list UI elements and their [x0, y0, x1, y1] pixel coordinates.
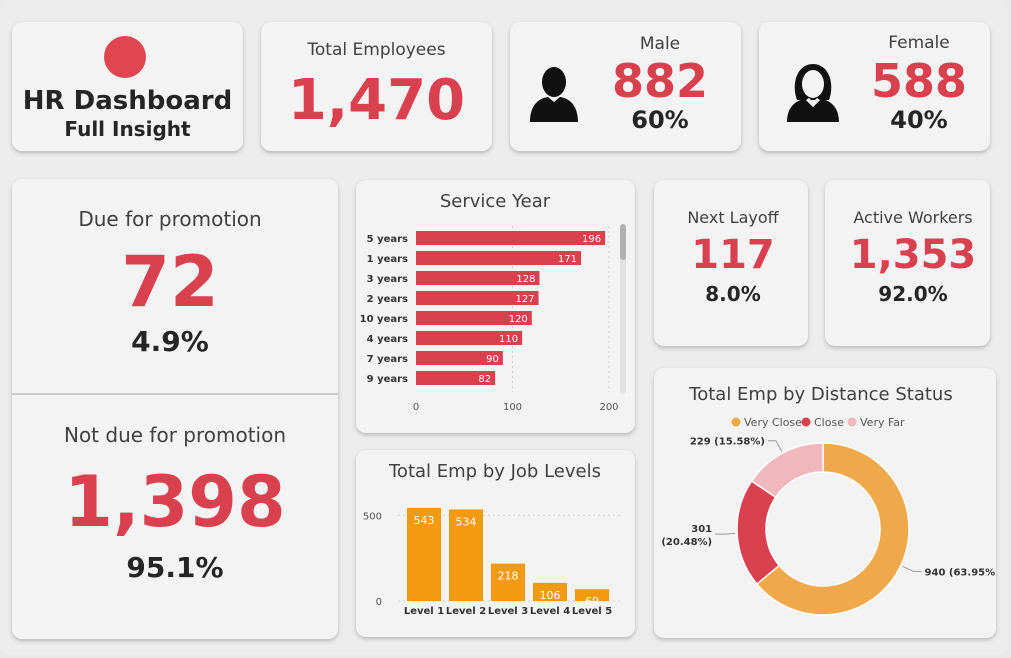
service-year-data-label: 90: [486, 354, 499, 365]
distance-status-chart: Total Emp by Distance Status Very Close C…: [661, 384, 1000, 616]
dashboard-canvas: HR Dashboard Full Insight Total Employee…: [0, 0, 1008, 655]
service-year-bar: [416, 251, 582, 265]
dashboard-title: HR Dashboard: [22, 86, 233, 116]
next-layoff-label: Next Layoff: [687, 208, 779, 227]
job-levels-category-label: Level 4: [530, 606, 570, 617]
promotion-divider: [12, 393, 338, 395]
distance-leader-line: [767, 440, 783, 452]
service-year-xtick: 0: [413, 402, 419, 413]
male-pct: 60%: [631, 106, 689, 134]
distance-data-label: 940 (63.95%): [925, 567, 996, 578]
job-levels-category-label: Level 1: [404, 606, 444, 617]
distance-data-label: 229 (15.58%): [690, 437, 765, 448]
next-layoff-pct: 8.0%: [705, 282, 761, 306]
job-levels-ytick: 0: [376, 597, 382, 608]
female-person-icon: [787, 64, 839, 122]
distance-slice: [750, 442, 824, 499]
distance-status-card: Total Emp by Distance Status Very Close C…: [654, 368, 1000, 638]
service-year-category-label: 9 years: [367, 374, 408, 385]
not-due-promotion-value: 1,398: [64, 461, 286, 543]
job-levels-title: Total Emp by Job Levels: [388, 461, 601, 482]
service-year-bar: [416, 231, 606, 245]
total-employees-value: 1,470: [287, 68, 466, 133]
active-workers-label: Active Workers: [853, 208, 973, 227]
next-layoff-card: Next Layoff 117 8.0%: [654, 180, 808, 346]
header-card: HR Dashboard Full Insight: [12, 22, 243, 151]
distance-legend-label: Very Far: [860, 416, 905, 429]
distance-legend-label: Very Close: [744, 416, 802, 429]
female-pct: 40%: [890, 106, 948, 134]
service-year-category-label: 7 years: [367, 354, 408, 365]
job-levels-ytick: 500: [363, 511, 382, 522]
service-year-data-label: 128: [516, 274, 535, 285]
distance-legend-label: Close: [814, 416, 844, 429]
job-levels-card: Total Emp by Job Levels 0 500 543 Level 1 53…: [356, 450, 635, 637]
service-year-category-label: 1 years: [367, 254, 408, 265]
total-employees-label: Total Employees: [307, 40, 446, 60]
distance-legend-swatch: [731, 417, 741, 427]
service-year-scroll-thumb[interactable]: [620, 224, 626, 260]
job-levels-category-label: Level 5: [572, 606, 612, 617]
service-year-title: Service Year: [440, 191, 551, 212]
male-card: Male 882 60%: [510, 22, 741, 151]
service-year-category-label: 2 years: [367, 294, 408, 305]
active-workers-value: 1,353: [849, 232, 977, 278]
service-year-card: Service Year 0 100 200 5 years 196 1 years 171…: [356, 180, 635, 433]
distance-leader-line: [902, 565, 922, 572]
service-year-category-label: 3 years: [367, 274, 408, 285]
service-year-data-label: 196: [582, 234, 601, 245]
total-employees-card: Total Employees 1,470: [261, 22, 492, 151]
distance-status-title: Total Emp by Distance Status: [688, 384, 952, 405]
job-levels-category-label: Level 3: [488, 606, 528, 617]
female-card: Female 588 40%: [759, 22, 990, 151]
job-levels-data-label: 218: [498, 570, 519, 583]
distance-legend-swatch: [801, 417, 811, 427]
job-levels-data-label: 543: [414, 514, 435, 527]
distance-legend-swatch: [847, 417, 857, 427]
service-year-data-label: 171: [558, 254, 577, 265]
active-workers-pct: 92.0%: [878, 282, 948, 306]
service-year-data-label: 82: [478, 374, 491, 385]
service-year-category-label: 10 years: [360, 314, 408, 325]
not-due-promotion-pct: 95.1%: [126, 551, 224, 584]
service-year-data-label: 127: [515, 294, 534, 305]
due-promotion-value: 72: [121, 241, 219, 323]
service-year-data-label: 120: [509, 314, 528, 325]
active-workers-card: Active Workers 1,353 92.0%: [825, 180, 990, 346]
male-person-icon: [530, 67, 578, 122]
not-due-promotion-label: Not due for promotion: [63, 423, 287, 447]
due-promotion-label: Due for promotion: [78, 207, 262, 231]
service-year-xtick: 200: [599, 402, 618, 413]
distance-data-label: 301: [691, 524, 712, 535]
service-year-category-label: 5 years: [367, 234, 408, 245]
distance-leader-line: [715, 533, 736, 535]
job-levels-data-label: 106: [540, 589, 561, 602]
service-year-chart: Service Year 0 100 200 5 years 196 1 years 171…: [360, 191, 626, 413]
service-year-data-label: 110: [499, 334, 518, 345]
logo-dot: [104, 36, 146, 78]
promotion-card: Due for promotion 72 4.9% Not due for pr…: [12, 179, 338, 639]
due-promotion-pct: 4.9%: [131, 325, 209, 358]
male-label: Male: [639, 34, 681, 54]
job-levels-category-label: Level 2: [446, 606, 486, 617]
female-label: Female: [888, 33, 950, 53]
job-levels-chart: Total Emp by Job Levels 0 500 543 Level 1 53…: [363, 461, 622, 617]
service-year-category-label: 4 years: [367, 334, 408, 345]
female-value: 588: [870, 54, 968, 108]
next-layoff-value: 117: [691, 232, 775, 278]
job-levels-data-label: 534: [456, 515, 477, 528]
service-year-xtick: 100: [503, 402, 522, 413]
distance-slice: [736, 479, 781, 586]
dashboard-subtitle: Full Insight: [64, 117, 191, 141]
male-value: 882: [611, 54, 709, 108]
distance-data-label: (20.48%): [661, 537, 712, 548]
